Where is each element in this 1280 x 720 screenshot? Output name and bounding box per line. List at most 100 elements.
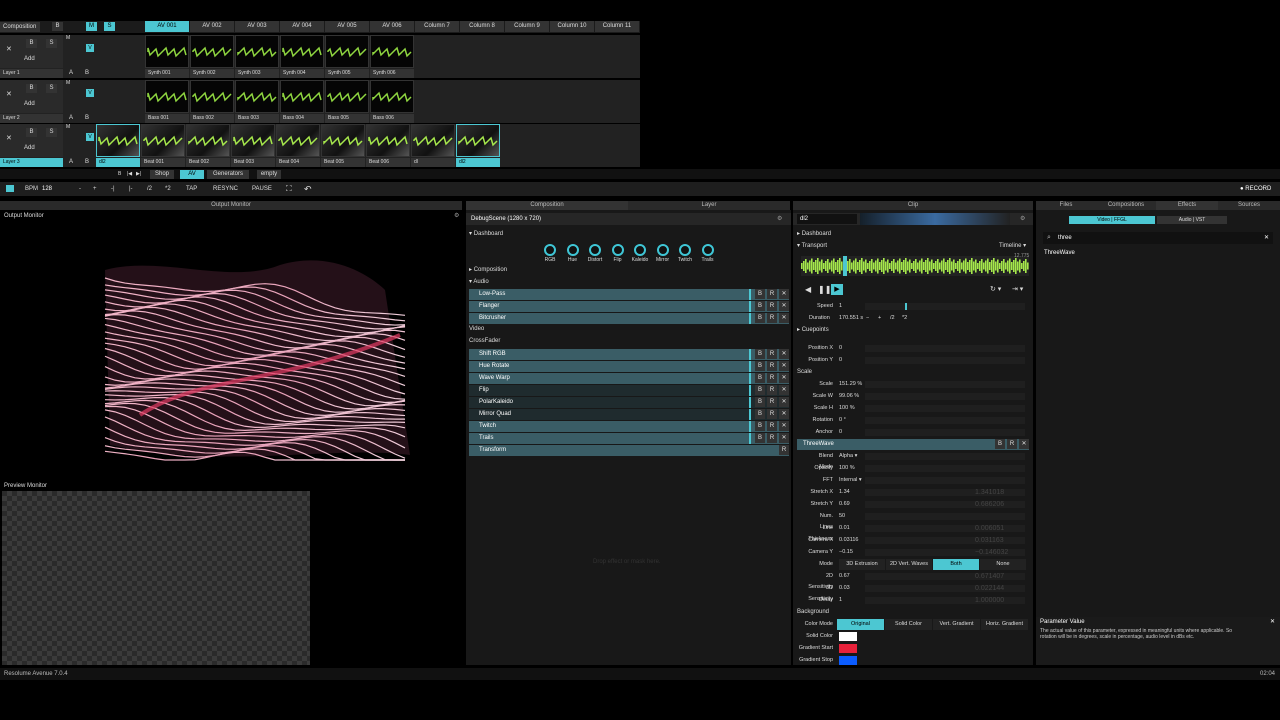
param-slider[interactable] [865, 345, 1025, 352]
layer-bypass-button[interactable]: B [26, 128, 37, 137]
colormode-option[interactable]: Horiz. Gradient [981, 619, 1028, 630]
clip-name[interactable]: Bass 005 [325, 114, 369, 123]
clip-name[interactable]: dl2 [96, 158, 140, 167]
param-slider[interactable] [865, 513, 1025, 520]
effect-row[interactable]: Twitch [469, 421, 789, 432]
param-slider[interactable] [865, 429, 1025, 436]
layer-solo-button[interactable]: S [46, 84, 57, 93]
tab-layer[interactable]: Layer [628, 201, 790, 210]
clip-thumbnail[interactable] [141, 124, 185, 157]
search-input[interactable] [1043, 232, 1273, 244]
effect-row[interactable]: Flanger [469, 301, 789, 312]
effect-remove-button[interactable]: ✕ [779, 433, 789, 443]
effect-reset-button[interactable]: R [767, 313, 777, 323]
effect-remove-button[interactable]: ✕ [779, 409, 789, 419]
effect-remove-button[interactable]: ✕ [779, 361, 789, 371]
param-value[interactable]: 99.06 % [839, 391, 859, 402]
transform-reset-button[interactable]: R [779, 445, 789, 455]
column-header[interactable]: AV 004 [280, 21, 324, 32]
layer-add-button[interactable]: Add [24, 144, 35, 152]
param-help-close-icon[interactable]: ✕ [1270, 618, 1275, 626]
layer-b-button[interactable]: B [85, 158, 89, 167]
effect-remove-button[interactable]: ✕ [779, 373, 789, 383]
comp-video-label[interactable]: Video [469, 324, 484, 335]
comp-audio-group[interactable]: ▾ Audio [469, 277, 489, 288]
layer-name[interactable]: Layer 1 [0, 69, 63, 78]
effect-reset-button[interactable]: R [767, 373, 777, 383]
knob-rgb-icon[interactable] [544, 244, 556, 256]
tab-video-ffgl[interactable]: Video | FFGL [1069, 216, 1155, 224]
play-button[interactable]: ▶ [831, 284, 843, 295]
color-swatch[interactable] [839, 656, 857, 665]
column-header[interactable]: AV 005 [325, 21, 369, 32]
effect-bypass-button[interactable]: B [755, 301, 765, 311]
transform-row[interactable]: Transform [469, 445, 789, 456]
knob-trails-icon[interactable] [701, 244, 714, 256]
bpm-value[interactable]: 128 [42, 184, 52, 194]
clip-name[interactable]: Beat 005 [321, 158, 365, 167]
layer-solo-button[interactable]: S [46, 128, 57, 137]
effect-remove-button[interactable]: ✕ [779, 385, 789, 395]
clip-dashboard[interactable]: ▸ Dashboard [797, 229, 831, 240]
effect-reset-button[interactable]: R [767, 433, 777, 443]
param-slider[interactable] [865, 357, 1025, 364]
clip-thumbnail[interactable] [190, 80, 234, 113]
column-header[interactable]: Column 7 [415, 21, 459, 32]
duration-button[interactable]: *2 [902, 313, 907, 324]
effect-bypass-button[interactable]: B [755, 433, 765, 443]
param-value[interactable]: 1.34 [839, 487, 850, 498]
effect-row[interactable]: Hue Rotate [469, 361, 789, 372]
transport-button[interactable]: PAUSE [252, 184, 272, 194]
duration-button[interactable]: /2 [890, 313, 895, 324]
param-value[interactable]: 100 % [839, 463, 855, 474]
effect-row[interactable]: Trails [469, 433, 789, 444]
tab-audio-vst[interactable]: Audio | VST [1157, 216, 1227, 224]
param-value[interactable]: 0.01 [839, 523, 850, 534]
composition-name[interactable]: Composition [0, 22, 40, 32]
layer-v-button[interactable]: V [86, 89, 94, 97]
effect-remove-button[interactable]: ✕ [779, 313, 789, 323]
cuepoints-group[interactable]: ▸ Cuepoints [797, 325, 829, 336]
mini-transport-button[interactable]: B [118, 171, 121, 178]
knob-distort-icon[interactable] [589, 244, 601, 256]
layer-v-button[interactable]: V [86, 133, 94, 141]
layer-solo-button[interactable]: S [46, 39, 57, 48]
loop-icon[interactable]: ↻ ▾ [990, 285, 1001, 293]
search-clear-icon[interactable]: ✕ [1264, 233, 1269, 243]
knob-flip-icon[interactable] [611, 244, 624, 256]
duration-button[interactable]: − [866, 313, 869, 324]
layer-name[interactable]: Layer 3 [0, 158, 63, 167]
timeline-dropdown[interactable]: Timeline ▾ [999, 241, 1026, 252]
column-header[interactable]: Column 11 [595, 21, 639, 32]
layer-b-button[interactable]: B [85, 69, 89, 78]
comp-dashboard[interactable]: ▾ Dashboard [469, 229, 503, 240]
clip-name[interactable]: Synth 005 [325, 69, 369, 78]
colormode-option[interactable]: Vert. Gradient [933, 619, 980, 630]
clip-thumbnail[interactable] [321, 124, 365, 157]
effect-bypass-button[interactable]: B [755, 397, 765, 407]
crossfader-label[interactable]: CrossFader [469, 336, 500, 347]
clip-thumbnail[interactable] [370, 35, 414, 68]
clip-name[interactable]: Beat 001 [141, 158, 185, 167]
clip-transport[interactable]: ▾ Transport [797, 241, 827, 252]
effect-bypass-button[interactable]: B [755, 409, 765, 419]
duration-button[interactable]: + [878, 313, 881, 324]
layer-bypass-button[interactable]: B [26, 39, 37, 48]
scale-group[interactable]: Scale [797, 367, 812, 378]
param-value[interactable]: 0 [839, 343, 842, 354]
clip-name[interactable]: Beat 003 [231, 158, 275, 167]
param-value[interactable]: 100 % [839, 403, 855, 414]
param-value[interactable]: 0 [839, 427, 842, 438]
background-group[interactable]: Background [797, 607, 829, 618]
layer-add-button[interactable]: Add [24, 100, 35, 108]
param-value[interactable]: 0 ° [839, 415, 846, 426]
param-value[interactable]: 151.29 % [839, 379, 862, 390]
comp-m-button[interactable]: M [86, 22, 97, 31]
param-slider[interactable] [865, 465, 1025, 472]
preset-tab[interactable]: Shop [150, 170, 174, 179]
effect-reset-button[interactable]: R [767, 289, 777, 299]
layer-add-button[interactable]: Add [24, 55, 35, 63]
layer-a-button[interactable]: A [69, 69, 73, 78]
gear-icon[interactable]: ⚙ [454, 212, 459, 220]
transport-button[interactable]: + [93, 184, 97, 194]
